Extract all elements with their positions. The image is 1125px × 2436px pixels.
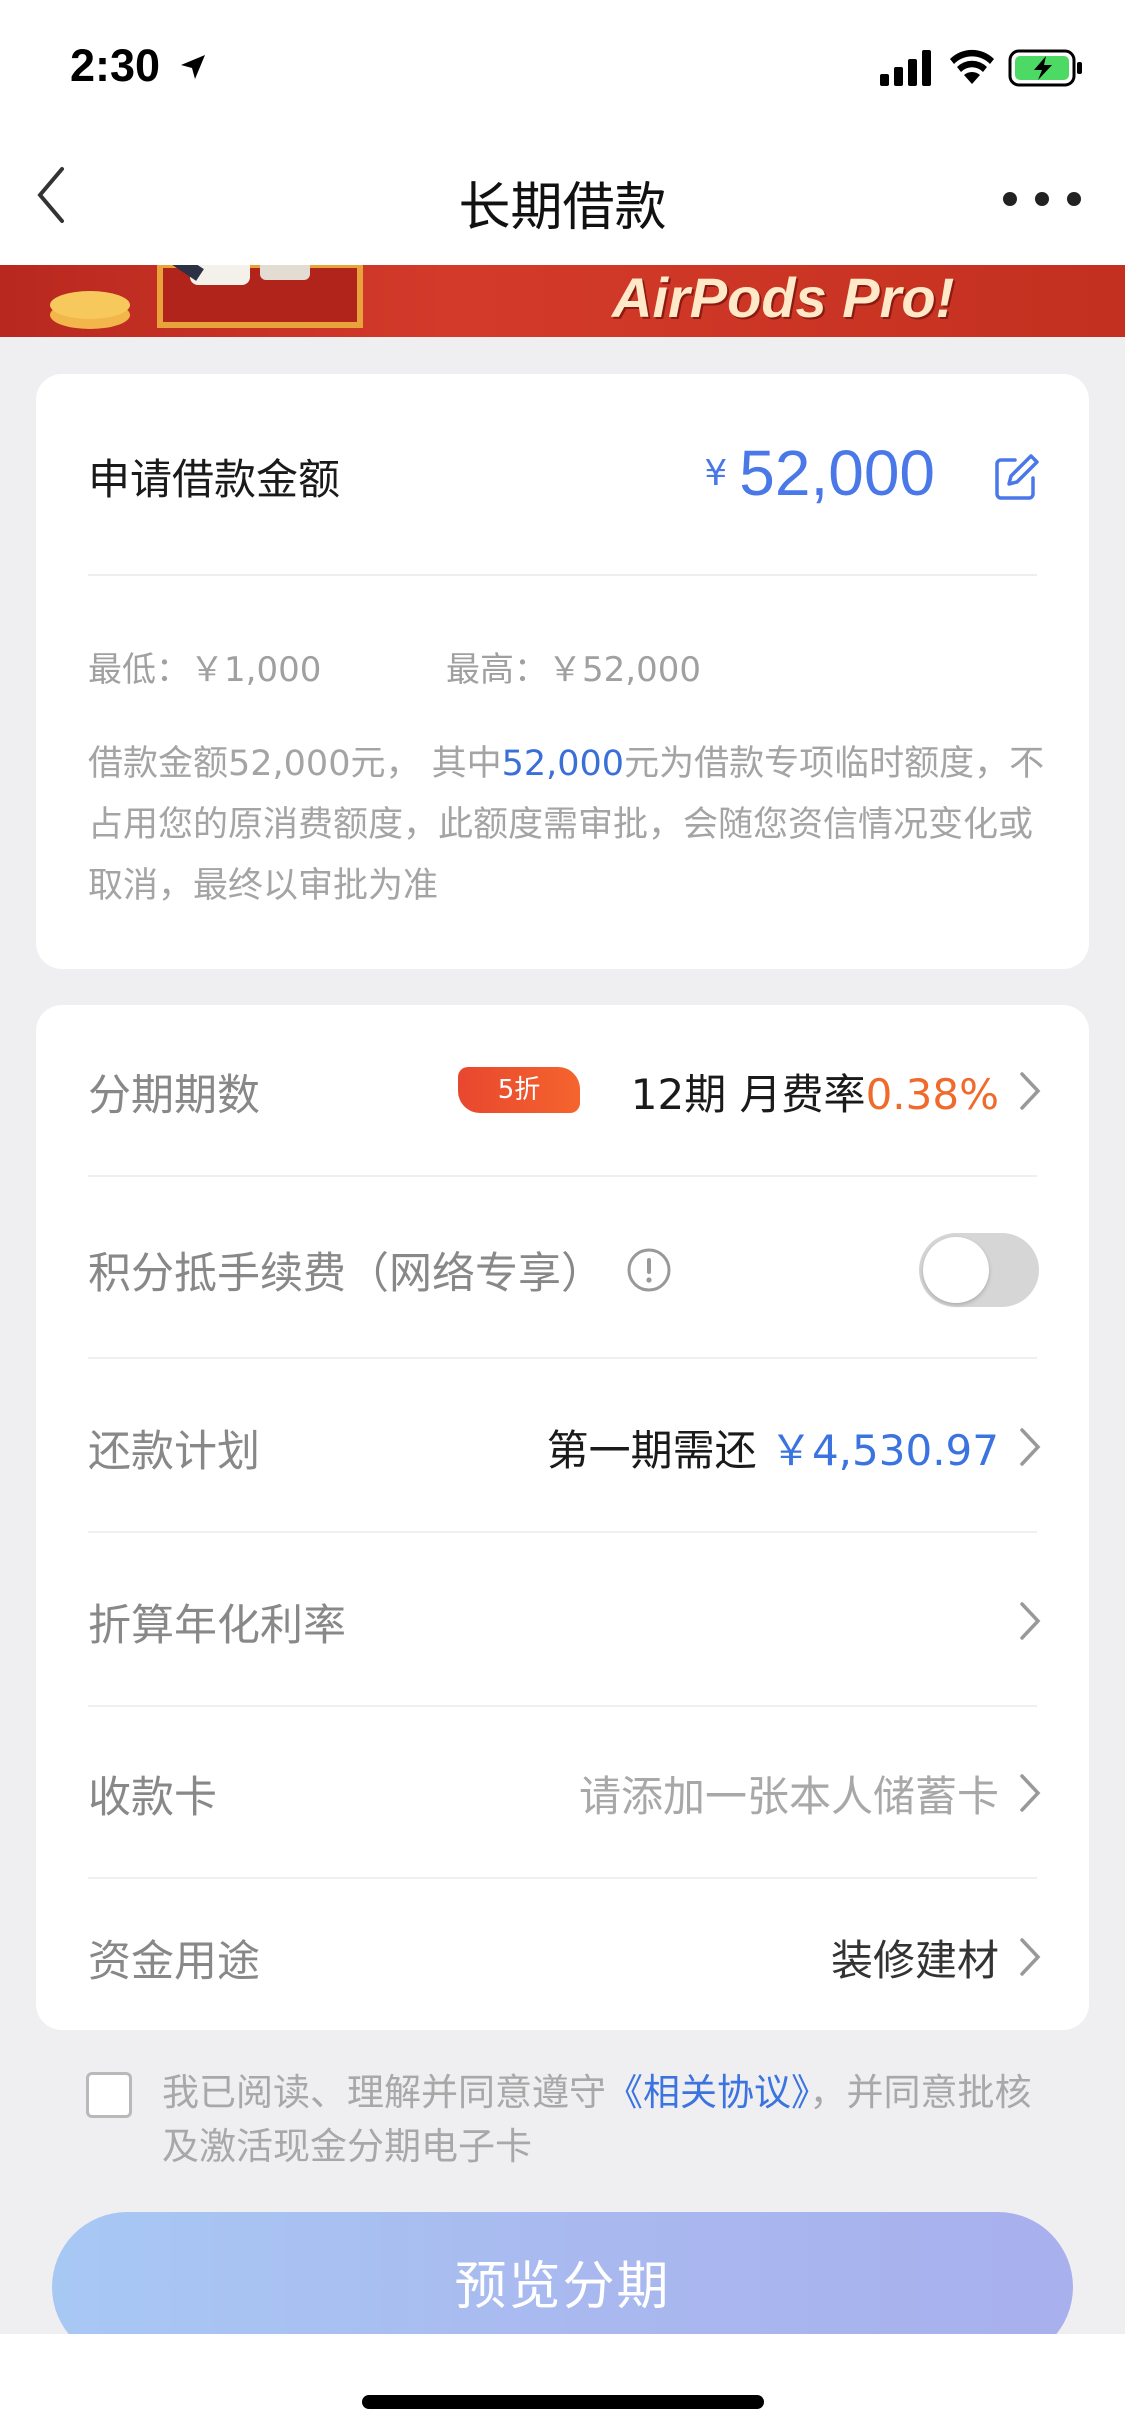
annual-rate-label: 折算年化利率 xyxy=(88,1601,346,1651)
receiving-card-value: 请添加一张本人储蓄卡 xyxy=(578,1772,999,1821)
desc-part1: 借款金额52,000元， 其中 xyxy=(88,744,502,784)
chevron-right-icon xyxy=(1020,1774,1041,1812)
loan-options-card: 分期期数 5折 12期 月费率0.38% 积分抵手续费（网络专享） 还款计划 第… xyxy=(36,1005,1089,2030)
page-title: 长期借款 xyxy=(458,178,667,238)
points-row: 积分抵手续费（网络专享） xyxy=(36,1177,1089,1357)
chevron-right-icon xyxy=(1020,1072,1041,1110)
periods-label: 分期期数 xyxy=(88,1071,260,1121)
toggle-knob xyxy=(923,1237,989,1303)
battery-charging-icon xyxy=(1008,49,1082,87)
repay-plan-row[interactable]: 还款计划 第一期需还 ￥4,530.97 xyxy=(36,1359,1089,1531)
gift-box-illustration xyxy=(50,265,363,329)
agreement-checkbox[interactable] xyxy=(86,2072,132,2118)
agreement-text-before: 我已阅读、理解并同意遵守 xyxy=(162,2071,606,2114)
amount-value[interactable]: ¥52,000 xyxy=(704,436,935,510)
monthly-rate: 0.38% xyxy=(865,1070,999,1119)
max-amount-text: 最高：￥52,000 xyxy=(446,650,701,690)
home-indicator[interactable] xyxy=(362,2395,764,2409)
periods-value: 12期 月费率0.38% xyxy=(631,1061,999,1122)
repay-plan-value: 第一期需还 ￥4,530.97 xyxy=(547,1417,999,1478)
status-time: 2:30 xyxy=(70,40,161,91)
amount-description: 借款金额52,000元， 其中52,000元为借款专项临时额度，不占用您的原消费… xyxy=(88,734,1048,917)
repay-plan-label: 还款计划 xyxy=(88,1427,260,1477)
annual-rate-row[interactable]: 折算年化利率 xyxy=(36,1533,1089,1705)
chevron-right-icon xyxy=(1020,1602,1041,1640)
location-arrow-icon xyxy=(181,55,205,79)
first-payment-amount: ￥4,530.97 xyxy=(769,1426,999,1475)
purpose-row[interactable]: 资金用途 装修建材 xyxy=(36,1879,1089,2029)
purpose-value: 装修建材 xyxy=(830,1936,999,1985)
periods-text: 12期 月费率 xyxy=(630,1070,866,1119)
divider xyxy=(88,574,1037,576)
desc-highlight: 52,000 xyxy=(501,744,625,784)
more-dots-icon[interactable] xyxy=(1000,187,1084,211)
points-label: 积分抵手续费（网络专享） xyxy=(88,1249,604,1299)
banner-text: AirPods Pro! xyxy=(612,266,955,329)
chevron-right-icon xyxy=(1020,1428,1041,1466)
loan-amount-card: 申请借款金额 ¥52,000 最低：￥1,000 最高：￥52,000 借款金额… xyxy=(36,374,1089,969)
repay-prefix: 第一期需还 xyxy=(546,1426,770,1475)
status-bar: 2:30 xyxy=(0,0,1125,135)
amount-number: 52,000 xyxy=(739,437,935,509)
discount-badge: 5折 xyxy=(458,1067,580,1113)
amount-label: 申请借款金额 xyxy=(88,455,341,504)
chevron-right-icon xyxy=(1020,1938,1041,1976)
receiving-card-label: 收款卡 xyxy=(88,1773,217,1823)
receiving-card-row[interactable]: 收款卡 请添加一张本人储蓄卡 xyxy=(36,1707,1089,1877)
bottom-safe-area xyxy=(0,2334,1125,2436)
points-toggle[interactable] xyxy=(919,1233,1039,1307)
min-amount-text: 最低：￥1,000 xyxy=(88,650,322,690)
currency-symbol: ¥ xyxy=(704,452,728,494)
nav-bar: 长期借款 xyxy=(0,135,1125,265)
agreement-text: 我已阅读、理解并同意遵守《相关协议》，并同意批核及激活现金分期电子卡 xyxy=(162,2066,1062,2174)
promo-banner[interactable]: AirPods Pro! xyxy=(0,265,1125,337)
periods-row[interactable]: 分期期数 5折 12期 月费率0.38% xyxy=(36,1005,1089,1175)
cellular-signal-icon xyxy=(880,50,931,86)
info-icon[interactable] xyxy=(626,1247,672,1293)
wifi-icon xyxy=(950,49,994,84)
edit-icon[interactable] xyxy=(993,452,1041,500)
agreement-link[interactable]: 《相关协议》 xyxy=(606,2071,810,2114)
purpose-label: 资金用途 xyxy=(88,1937,260,1987)
